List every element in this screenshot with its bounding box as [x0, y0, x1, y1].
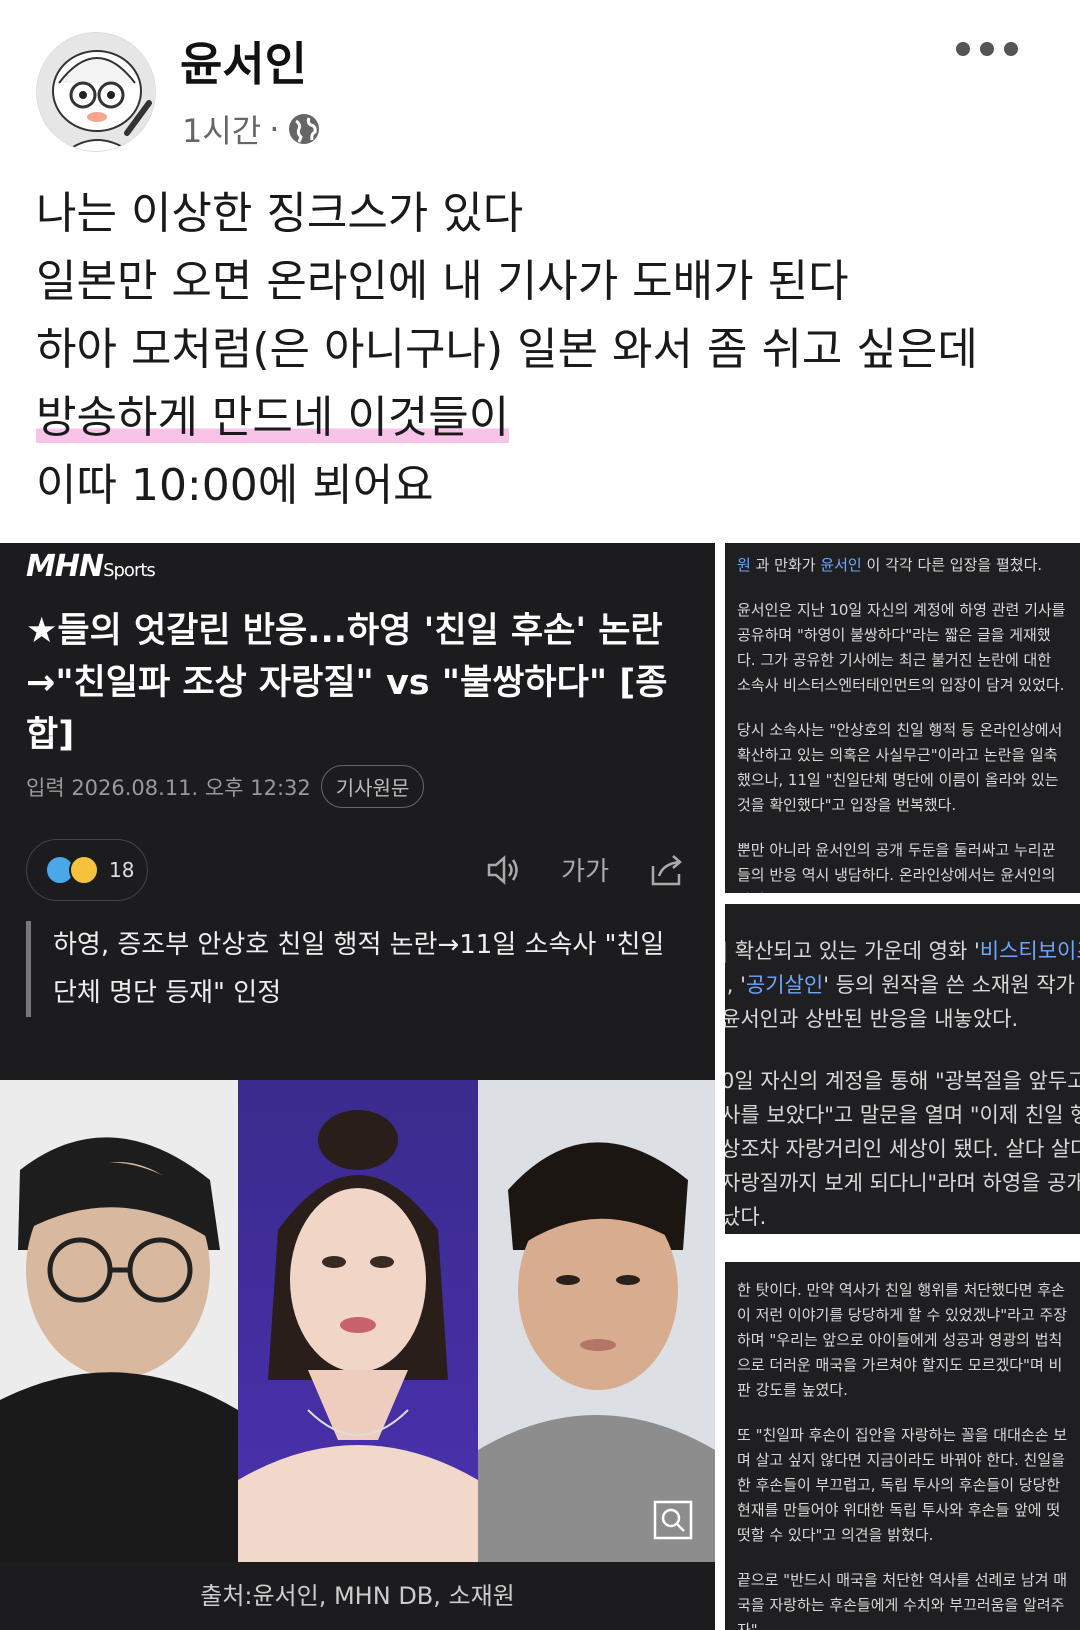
article-subhead: 하영, 증조부 안상호 친일 행적 논란→11일 소속사 "친일단체 명단 등재… — [26, 921, 676, 1017]
photo-man-glasses — [0, 1080, 238, 1562]
post-line-5: 이따 10:00에 뵈어요 — [36, 460, 434, 511]
mhn-sports-logo: MHNSports — [26, 549, 156, 584]
reaction-count: 18 — [109, 858, 135, 882]
excerpt-1-para-0: 원 과 만화가 윤서인 이 각각 다른 입장을 펼쳤다. — [737, 556, 1043, 574]
article-excerpt-1: 원 과 만화가 윤서인 이 각각 다른 입장을 펼쳤다. 윤서인은 지난 10일… — [725, 543, 1080, 893]
author-name[interactable]: 윤서인 — [180, 28, 307, 94]
meta-separator: · — [269, 110, 280, 148]
photo-woman — [238, 1080, 478, 1562]
article-excerpt-2: | 확산되고 있는 가운데 영화 '비스티보이즈', '공기살인' 등의 원작을… — [725, 904, 1080, 1234]
globe-icon — [289, 114, 320, 144]
zoom-icon[interactable] — [653, 1500, 693, 1540]
article-headline: ★들의 엇갈린 반응...하영 '친일 후손' 논란 →"친일파 조상 자랑질"… — [26, 611, 668, 755]
article-photo[interactable] — [0, 1080, 715, 1562]
post-line-2: 일본만 오면 온라인에 내 기사가 도배가 된다 — [36, 256, 849, 307]
original-article-button[interactable]: 기사원문 — [320, 765, 425, 808]
post-time[interactable]: 1시간 — [182, 106, 261, 152]
excerpt-1-para-2: 당시 소속사는 "안상호의 친일 행적 등 온라인상에서 확산하고 있는 의혹은… — [737, 721, 1063, 814]
excerpt-2-block-1: | 확산되고 있는 가운데 영화 '비스티보이즈', '공기살인' 등의 원작을… — [725, 934, 1080, 1036]
article-tools: 가가 — [485, 851, 685, 888]
reaction-badge[interactable]: 18 — [26, 839, 148, 901]
excerpt-3-para-2: 또 "친일파 후손이 집안을 자랑하는 꼴을 대대손손 보며 살고 싶지 않다면… — [737, 1426, 1068, 1544]
highlighted-text: 방송하게 만드네 이것들이 — [36, 392, 510, 443]
movie-link-1[interactable]: 비스티보이즈 — [980, 939, 1080, 963]
post-line-4: 방송하게 만드네 이것들이 — [36, 384, 1046, 452]
heart-eyes-emoji-icon — [69, 855, 99, 885]
more-options-icon[interactable] — [956, 42, 1018, 56]
excerpt-3-para-1: 한 탓이다. 만약 역사가 친일 행위를 처단했다면 후손이 저런 이야기를 당… — [737, 1281, 1068, 1399]
excerpt-2-block-2: 0일 자신의 계정을 통해 "광복절을 앞두고 사를 보았다"고 말문을 열며 "… — [725, 1069, 1080, 1229]
post-line-3: 하아 모처럼(은 아니구나) 일본 와서 좀 쉬고 싶은데 — [36, 324, 978, 375]
author-link[interactable]: 윤서인 — [820, 556, 861, 574]
movie-link-2[interactable]: 공기살인 — [746, 973, 823, 997]
photo-caption: 출처:윤서인, MHN DB, 소재원 — [0, 1562, 715, 1630]
speaker-icon[interactable] — [485, 852, 521, 888]
article-excerpt-3: 한 탓이다. 만약 역사가 친일 행위를 처단했다면 후손이 저런 이야기를 당… — [725, 1262, 1080, 1630]
article-date: 입력 2026.08.11. 오후 12:32 — [26, 775, 311, 800]
post-body: 나는 이상한 징크스가 있다 일본만 오면 온라인에 내 기사가 도배가 된다 … — [36, 180, 1046, 520]
font-size-button[interactable]: 가가 — [561, 851, 609, 888]
author-avatar[interactable] — [36, 32, 156, 152]
article-screenshot[interactable]: MHNSports ★들의 엇갈린 반응...하영 '친일 후손' 논란 →"친… — [0, 543, 715, 1630]
excerpt-1-para-3: 뿐만 아니라 윤서인의 공개 두둔을 둘러싸고 누리꾼들의 반응 역시 냉담하다… — [737, 841, 1056, 893]
post-line-1: 나는 이상한 징크스가 있다 — [36, 188, 524, 239]
post-header: 윤서인 1시간 · — [0, 0, 1080, 175]
post-meta: 1시간 · — [182, 106, 321, 152]
excerpt-1-para-1: 윤서인은 지난 10일 자신의 계정에 하영 관련 기사를 공유하며 "하영이 … — [737, 601, 1066, 694]
share-icon[interactable] — [649, 852, 685, 888]
photo-man-young — [478, 1080, 715, 1562]
avatar-cartoon-icon — [37, 33, 155, 151]
excerpt-3-para-3: 끝으로 "반드시 매국을 처단한 역사를 선례로 남겨 매국을 자랑하는 후손들… — [737, 1571, 1068, 1630]
article-dateline: 입력 2026.08.11. 오후 12:32 기사원문 — [26, 765, 425, 808]
